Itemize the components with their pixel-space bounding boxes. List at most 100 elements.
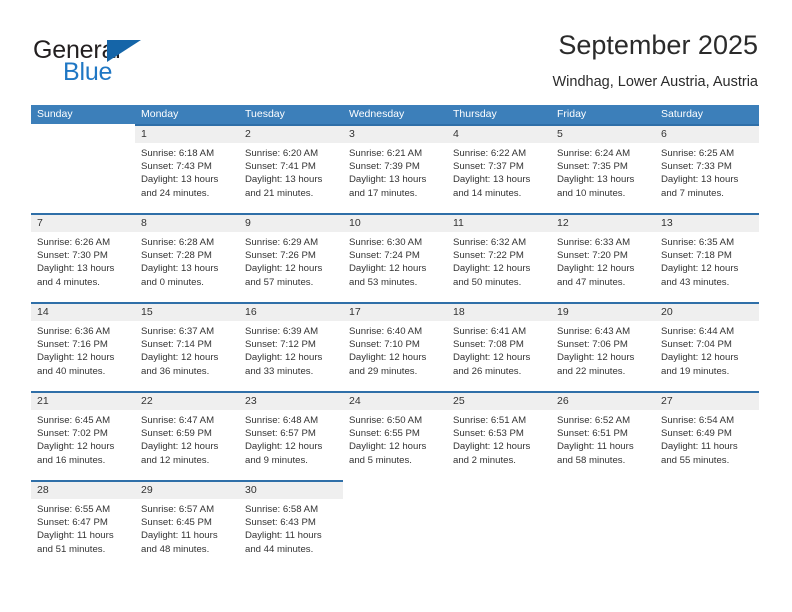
calendar-day-cell[interactable]: 26 Sunrise: 6:52 AM Sunset: 6:51 PM Dayligh… bbox=[551, 391, 655, 480]
daylight-duration-line2: and 2 minutes. bbox=[453, 454, 516, 466]
calendar-week-row: 14 Sunrise: 6:36 AM Sunset: 7:16 PM Dayligh… bbox=[31, 302, 759, 391]
sunrise-time: Sunrise: 6:58 AM bbox=[245, 504, 319, 515]
daylight-duration-line2: and 7 minutes. bbox=[661, 187, 724, 199]
daylight-duration-line1: Daylight: 11 hours bbox=[37, 530, 114, 542]
daylight-duration-line1: Daylight: 12 hours bbox=[245, 441, 323, 453]
calendar-day-cell[interactable]: 27 Sunrise: 6:54 AM Sunset: 6:49 PM Dayligh… bbox=[655, 391, 759, 480]
sunrise-time: Sunrise: 6:54 AM bbox=[661, 415, 735, 426]
calendar-day-cell[interactable]: 30 Sunrise: 6:58 AM Sunset: 6:43 PM Dayligh… bbox=[239, 480, 343, 569]
daylight-duration-line2: and 57 minutes. bbox=[245, 276, 314, 288]
weekday-header-sunday: Sunday bbox=[37, 108, 73, 120]
daylight-duration-line1: Daylight: 12 hours bbox=[453, 263, 531, 275]
day-details: Sunrise: 6:29 AM Sunset: 7:26 PM Daylight:… bbox=[239, 232, 343, 289]
day-details: Sunrise: 6:39 AM Sunset: 7:12 PM Daylight:… bbox=[239, 321, 343, 378]
daylight-duration-line1: Daylight: 12 hours bbox=[557, 263, 635, 275]
day-details: Sunrise: 6:37 AM Sunset: 7:14 PM Daylight:… bbox=[135, 321, 239, 378]
sunset-time: Sunset: 6:51 PM bbox=[557, 428, 628, 440]
day-number-band: 11 bbox=[447, 215, 551, 232]
calendar-day-cell[interactable]: 18 Sunrise: 6:41 AM Sunset: 7:08 PM Dayligh… bbox=[447, 302, 551, 391]
daylight-duration-line2: and 36 minutes. bbox=[141, 365, 210, 377]
daylight-duration-line1: Daylight: 13 hours bbox=[37, 263, 115, 275]
daylight-duration-line1: Daylight: 12 hours bbox=[37, 352, 115, 364]
day-details: Sunrise: 6:58 AM Sunset: 6:43 PM Daylight:… bbox=[239, 499, 343, 556]
calendar-day-cell[interactable]: 29 Sunrise: 6:57 AM Sunset: 6:45 PM Dayligh… bbox=[135, 480, 239, 569]
day-number: 17 bbox=[349, 306, 361, 318]
calendar-day-cell[interactable]: 21 Sunrise: 6:45 AM Sunset: 7:02 PM Dayligh… bbox=[31, 391, 135, 480]
daylight-duration-line2: and 55 minutes. bbox=[661, 454, 730, 466]
calendar-day-cell[interactable]: 16 Sunrise: 6:39 AM Sunset: 7:12 PM Dayligh… bbox=[239, 302, 343, 391]
calendar-page: General Blue September 2025 Windhag, Low… bbox=[0, 0, 792, 612]
daylight-duration-line2: and 48 minutes. bbox=[141, 543, 210, 555]
calendar-day-cell[interactable]: 15 Sunrise: 6:37 AM Sunset: 7:14 PM Dayligh… bbox=[135, 302, 239, 391]
day-number: 24 bbox=[349, 395, 361, 407]
day-number-band: 30 bbox=[239, 482, 343, 499]
day-details: Sunrise: 6:24 AM Sunset: 7:35 PM Daylight:… bbox=[551, 143, 655, 200]
calendar-day-cell[interactable]: 13 Sunrise: 6:35 AM Sunset: 7:18 PM Dayligh… bbox=[655, 213, 759, 302]
day-number-band: 7 bbox=[31, 215, 135, 232]
calendar-day-cell[interactable]: 20 Sunrise: 6:44 AM Sunset: 7:04 PM Dayligh… bbox=[655, 302, 759, 391]
day-details: Sunrise: 6:25 AM Sunset: 7:33 PM Daylight:… bbox=[655, 143, 759, 200]
daylight-duration-line2: and 26 minutes. bbox=[453, 365, 522, 377]
sunrise-time: Sunrise: 6:55 AM bbox=[37, 504, 111, 515]
calendar-day-cell[interactable]: 14 Sunrise: 6:36 AM Sunset: 7:16 PM Dayligh… bbox=[31, 302, 135, 391]
sunrise-time: Sunrise: 6:21 AM bbox=[349, 148, 423, 159]
calendar-day-cell[interactable]: 23 Sunrise: 6:48 AM Sunset: 6:57 PM Dayligh… bbox=[239, 391, 343, 480]
day-number: 28 bbox=[37, 484, 49, 496]
calendar-day-cell[interactable]: 25 Sunrise: 6:51 AM Sunset: 6:53 PM Dayligh… bbox=[447, 391, 551, 480]
sunrise-time: Sunrise: 6:26 AM bbox=[37, 237, 111, 248]
daylight-duration-line2: and 5 minutes. bbox=[349, 454, 412, 466]
sunrise-time: Sunrise: 6:47 AM bbox=[141, 415, 215, 426]
sunset-time: Sunset: 7:41 PM bbox=[245, 161, 316, 173]
calendar-day-cell[interactable]: 6 Sunrise: 6:25 AM Sunset: 7:33 PM Daylight… bbox=[655, 124, 759, 213]
day-number-band: 9 bbox=[239, 215, 343, 232]
calendar-day-cell[interactable]: 9 Sunrise: 6:29 AM Sunset: 7:26 PM Daylight… bbox=[239, 213, 343, 302]
calendar-day-cell[interactable]: 8 Sunrise: 6:28 AM Sunset: 7:28 PM Daylight… bbox=[135, 213, 239, 302]
calendar-day-cell[interactable]: 22 Sunrise: 6:47 AM Sunset: 6:59 PM Dayligh… bbox=[135, 391, 239, 480]
calendar-day-cell[interactable]: 28 Sunrise: 6:55 AM Sunset: 6:47 PM Dayligh… bbox=[31, 480, 135, 569]
day-number: 15 bbox=[141, 306, 153, 318]
sunrise-time: Sunrise: 6:28 AM bbox=[141, 237, 215, 248]
calendar-empty-cell bbox=[655, 480, 759, 569]
sunrise-time: Sunrise: 6:48 AM bbox=[245, 415, 319, 426]
calendar-day-cell[interactable]: 7 Sunrise: 6:26 AM Sunset: 7:30 PM Daylight… bbox=[31, 213, 135, 302]
daylight-duration-line1: Daylight: 12 hours bbox=[141, 352, 219, 364]
calendar-day-cell[interactable]: 5 Sunrise: 6:24 AM Sunset: 7:35 PM Daylight… bbox=[551, 124, 655, 213]
sunset-time: Sunset: 6:43 PM bbox=[245, 517, 316, 529]
day-number: 4 bbox=[453, 128, 459, 140]
sunset-time: Sunset: 6:59 PM bbox=[141, 428, 212, 440]
day-details: Sunrise: 6:41 AM Sunset: 7:08 PM Daylight:… bbox=[447, 321, 551, 378]
daylight-duration-line1: Daylight: 12 hours bbox=[141, 441, 219, 453]
daylight-duration-line1: Daylight: 12 hours bbox=[37, 441, 115, 453]
calendar-day-cell[interactable]: 2 Sunrise: 6:20 AM Sunset: 7:41 PM Daylight… bbox=[239, 124, 343, 213]
day-number: 19 bbox=[557, 306, 569, 318]
day-number-band: 1 bbox=[135, 126, 239, 143]
page-title: September 2025 bbox=[558, 30, 758, 60]
sunrise-time: Sunrise: 6:39 AM bbox=[245, 326, 319, 337]
calendar-day-cell[interactable]: 10 Sunrise: 6:30 AM Sunset: 7:24 PM Dayligh… bbox=[343, 213, 447, 302]
day-number-band: 6 bbox=[655, 126, 759, 143]
calendar-day-cell[interactable]: 12 Sunrise: 6:33 AM Sunset: 7:20 PM Dayligh… bbox=[551, 213, 655, 302]
sunrise-time: Sunrise: 6:50 AM bbox=[349, 415, 423, 426]
day-details: Sunrise: 6:57 AM Sunset: 6:45 PM Daylight:… bbox=[135, 499, 239, 556]
calendar-day-cell[interactable]: 3 Sunrise: 6:21 AM Sunset: 7:39 PM Daylight… bbox=[343, 124, 447, 213]
calendar-day-cell[interactable]: 17 Sunrise: 6:40 AM Sunset: 7:10 PM Dayligh… bbox=[343, 302, 447, 391]
sunrise-time: Sunrise: 6:33 AM bbox=[557, 237, 631, 248]
logo-text-blue: Blue bbox=[63, 58, 113, 86]
day-number: 2 bbox=[245, 128, 251, 140]
day-number: 25 bbox=[453, 395, 465, 407]
calendar-day-cell[interactable]: 19 Sunrise: 6:43 AM Sunset: 7:06 PM Dayligh… bbox=[551, 302, 655, 391]
calendar-grid: Sunday Monday Tuesday Wednesday Thursday… bbox=[31, 105, 759, 569]
sunrise-time: Sunrise: 6:57 AM bbox=[141, 504, 215, 515]
general-blue-logo[interactable]: General Blue bbox=[33, 36, 243, 92]
daylight-duration-line2: and 29 minutes. bbox=[349, 365, 418, 377]
calendar-day-cell[interactable]: 4 Sunrise: 6:22 AM Sunset: 7:37 PM Daylight… bbox=[447, 124, 551, 213]
day-number: 14 bbox=[37, 306, 49, 318]
calendar-weeks: 1 Sunrise: 6:18 AM Sunset: 7:43 PM Daylight… bbox=[31, 124, 759, 569]
calendar-day-cell[interactable]: 1 Sunrise: 6:18 AM Sunset: 7:43 PM Daylight… bbox=[135, 124, 239, 213]
daylight-duration-line1: Daylight: 13 hours bbox=[349, 174, 427, 186]
daylight-duration-line2: and 16 minutes. bbox=[37, 454, 106, 466]
sunrise-time: Sunrise: 6:20 AM bbox=[245, 148, 319, 159]
calendar-day-cell[interactable]: 24 Sunrise: 6:50 AM Sunset: 6:55 PM Dayligh… bbox=[343, 391, 447, 480]
sunrise-time: Sunrise: 6:32 AM bbox=[453, 237, 527, 248]
calendar-day-cell[interactable]: 11 Sunrise: 6:32 AM Sunset: 7:22 PM Dayligh… bbox=[447, 213, 551, 302]
